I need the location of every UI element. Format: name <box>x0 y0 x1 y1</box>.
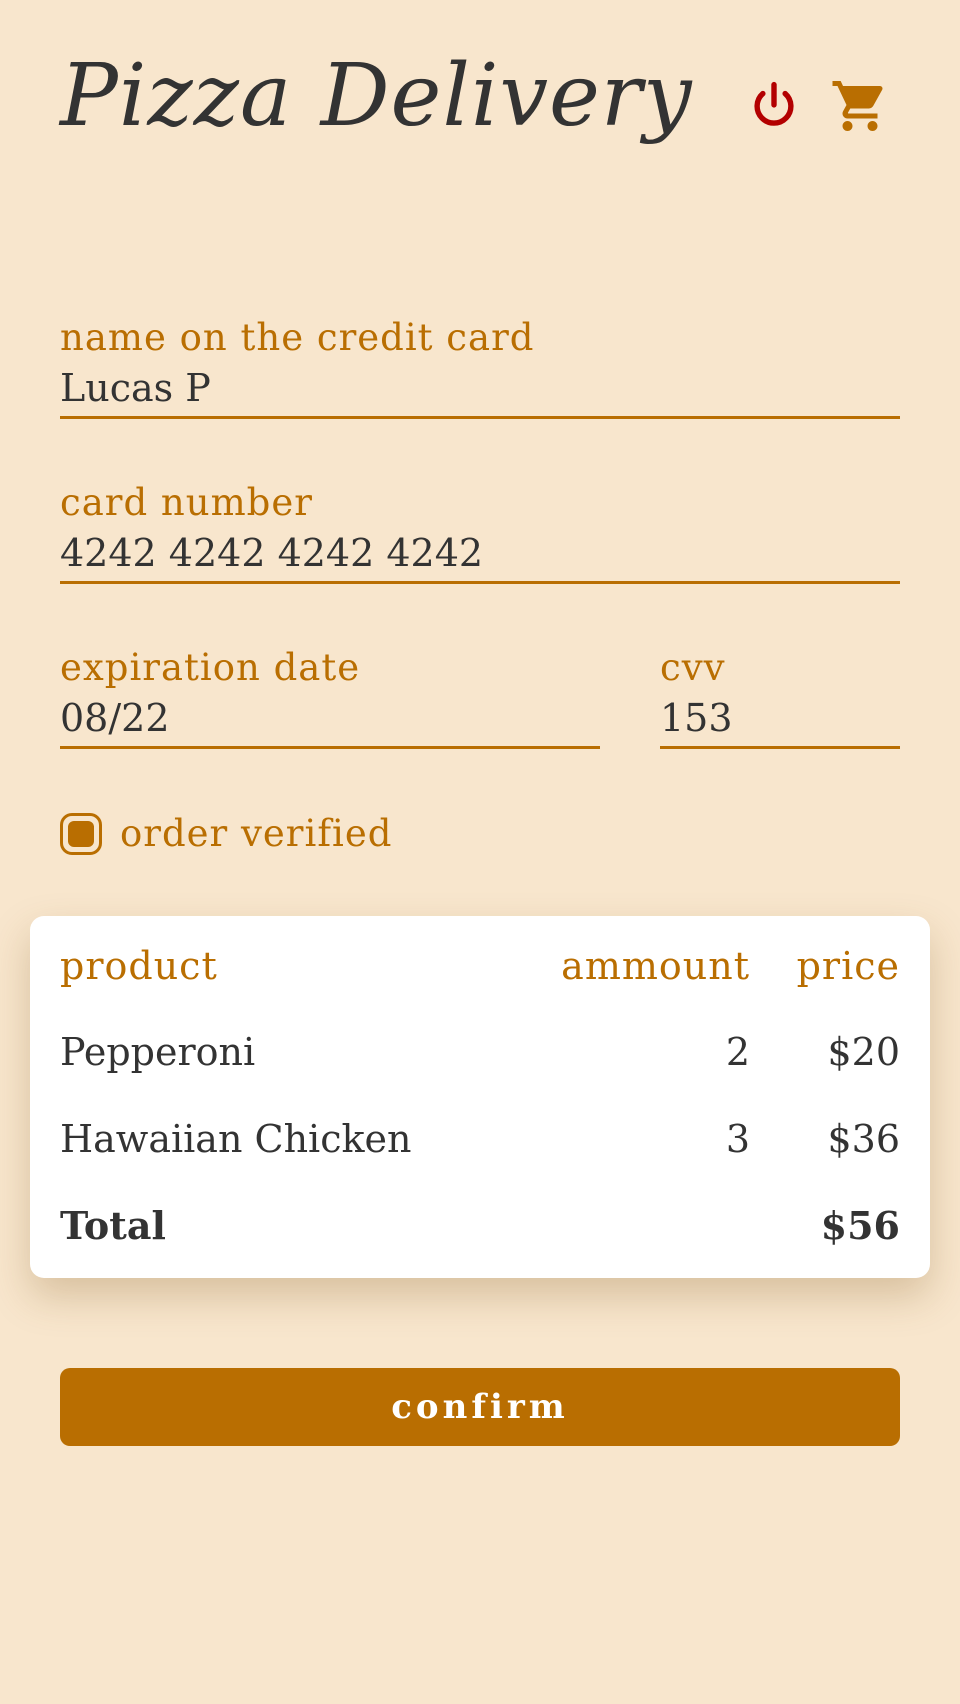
order-item-row: Pepperoni 2 $20 <box>60 1022 900 1082</box>
order-total-label: Total <box>60 1203 166 1248</box>
name-on-card-label: name on the credit card <box>60 316 535 359</box>
order-total-value: $56 <box>820 1203 900 1248</box>
confirm-button[interactable]: confirm <box>60 1368 900 1446</box>
price-column-header: price <box>796 944 900 988</box>
order-item-price: $20 <box>827 1030 900 1074</box>
order-total-row: Total $56 <box>60 1196 900 1256</box>
order-item-amount: 3 <box>725 1117 750 1161</box>
order-item-row: Hawaiian Chicken 3 $36 <box>60 1109 900 1169</box>
cart-button[interactable] <box>830 76 890 136</box>
amount-column-header: ammount <box>561 944 750 988</box>
card-number-label: card number <box>60 481 313 524</box>
order-verified-label: order verified <box>120 812 393 855</box>
order-item-product: Hawaiian Chicken <box>60 1117 412 1161</box>
order-table-header: product ammount price <box>60 936 900 996</box>
cvv-label: cvv <box>660 646 726 689</box>
order-item-product: Pepperoni <box>60 1030 256 1074</box>
order-item-price: $36 <box>827 1117 900 1161</box>
order-verified-checkbox[interactable] <box>60 812 102 855</box>
expiration-date-label: expiration date <box>60 646 361 689</box>
card-number-input[interactable] <box>60 525 900 581</box>
cvv-field: cvv <box>660 646 900 749</box>
checkbox-checked-mark <box>68 820 94 847</box>
name-on-card-field: name on the credit card <box>60 316 900 419</box>
card-number-field: card number <box>60 481 900 584</box>
checkout-page: Pizza Delivery name on the credit card c… <box>0 0 960 1704</box>
order-item-amount: 2 <box>725 1030 750 1074</box>
product-column-header: product <box>60 944 218 988</box>
expiration-date-input[interactable] <box>60 690 600 746</box>
cvv-input[interactable] <box>660 690 900 746</box>
name-on-card-input[interactable] <box>60 360 900 416</box>
logout-button[interactable] <box>744 76 804 136</box>
app-title: Pizza Delivery <box>60 46 693 146</box>
cart-icon <box>832 81 883 131</box>
order-summary-card: product ammount price Pepperoni 2 $20 Ha… <box>30 916 930 1278</box>
order-verified-toggle[interactable]: order verified <box>60 812 392 855</box>
expiration-date-field: expiration date <box>60 646 600 749</box>
power-icon <box>754 81 794 126</box>
